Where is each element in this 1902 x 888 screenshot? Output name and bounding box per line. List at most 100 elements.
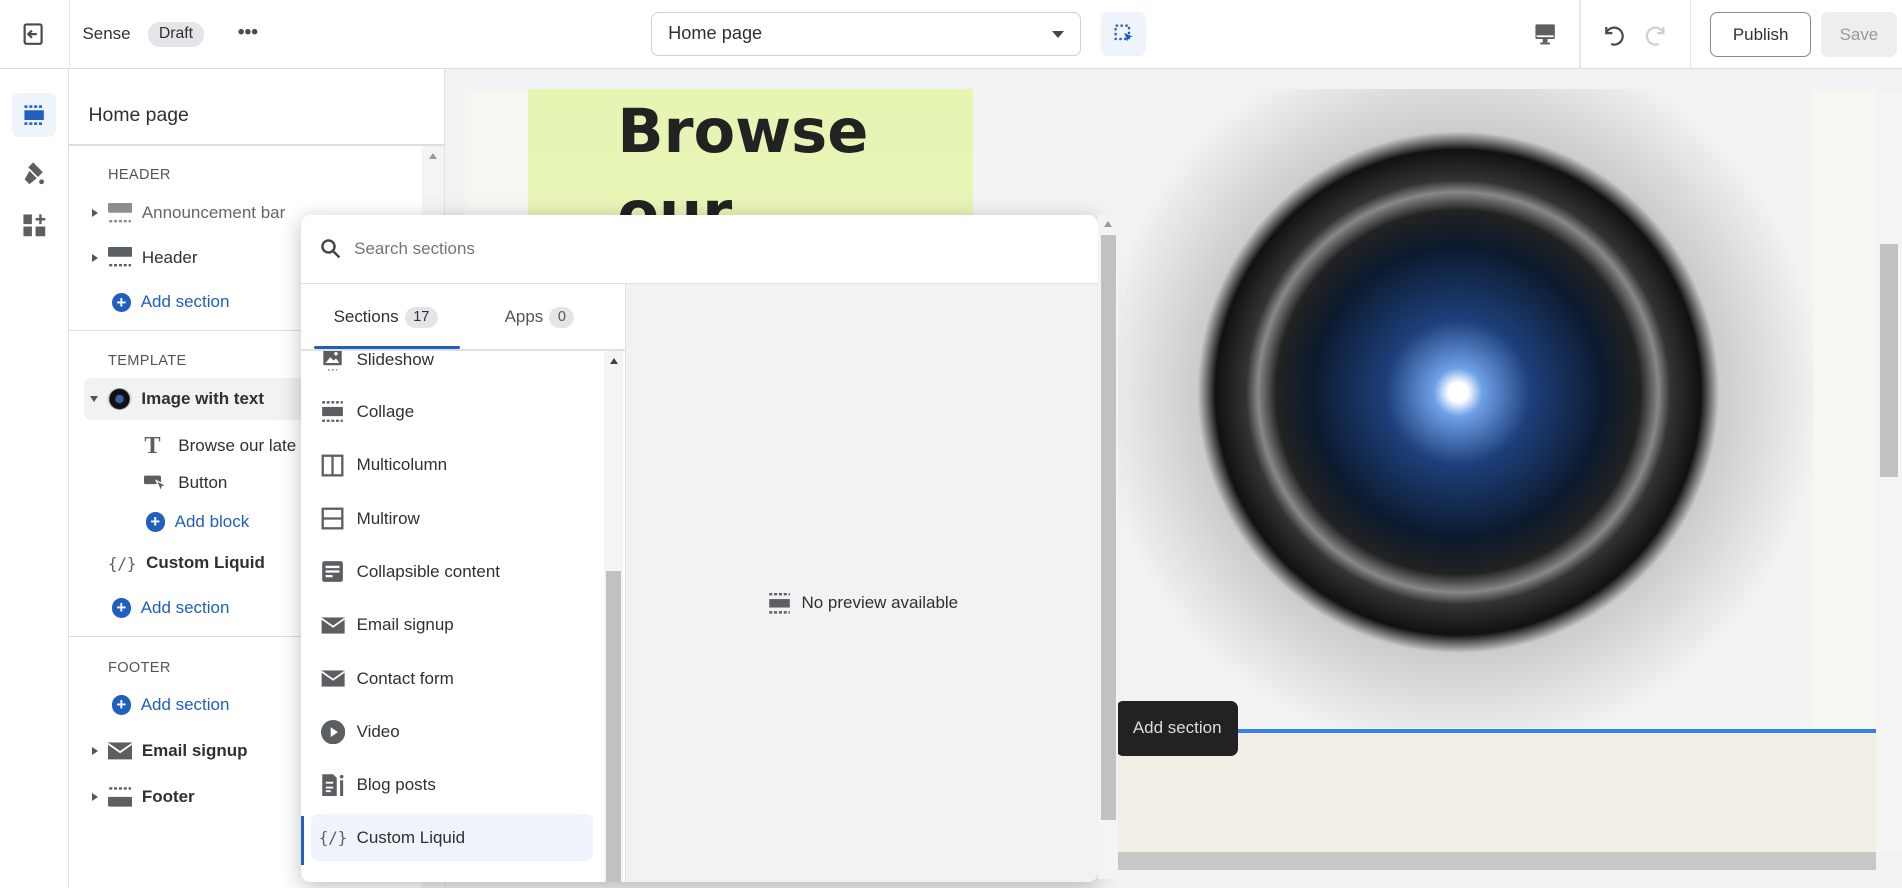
tree-item-footer[interactable]: Footer: [92, 786, 195, 808]
tree-item-label: Announcement bar: [141, 203, 286, 223]
section-option-label: Collage: [356, 401, 415, 421]
page-select[interactable]: Home page: [651, 12, 1081, 56]
section-option-label: Email signup: [356, 615, 454, 635]
add-block-button[interactable]: + Add block: [145, 511, 250, 532]
section-option-label: Custom Liquid: [356, 827, 466, 847]
section-option-label: Multicolumn: [356, 455, 448, 475]
expand-icon: [92, 746, 99, 755]
section-option-collapsible-content[interactable]: Collapsible content: [311, 548, 594, 595]
search-sections[interactable]: [300, 215, 1098, 284]
plus-circle-icon: +: [111, 292, 131, 313]
redo-icon: [1645, 26, 1665, 46]
multirow-icon: [320, 506, 345, 531]
desktop-view-button[interactable]: [1533, 22, 1557, 52]
section-option-label: Slideshow: [356, 350, 434, 369]
email-signup-icon: [320, 613, 345, 638]
tree-item-label: Image with text: [141, 389, 264, 409]
button-icon: [144, 475, 168, 494]
add-section-template-button[interactable]: + Add section: [111, 598, 230, 618]
collapsible-content-icon: [320, 559, 345, 584]
add-section-label: Add section: [140, 598, 230, 617]
tree-block-text[interactable]: T Browse our late: [144, 432, 296, 460]
redo-button[interactable]: [1644, 21, 1671, 54]
expand-icon: [92, 209, 99, 218]
announcement-bar-icon: [107, 202, 133, 222]
canvas-horizontal-scrollbar[interactable]: [1115, 851, 1877, 870]
sidebar-title: Home page: [88, 104, 189, 127]
plus-circle-icon: +: [111, 598, 131, 618]
header-group-label: HEADER: [107, 167, 171, 184]
plus-circle-icon: +: [145, 512, 165, 532]
tab-count-badge: 0: [549, 306, 575, 328]
search-icon: [321, 239, 341, 259]
tab-apps[interactable]: Apps 0: [504, 306, 575, 328]
custom-liquid-icon: {/}: [318, 828, 348, 848]
tree-item-announcement-bar[interactable]: Announcement bar: [92, 202, 286, 225]
page-select-value: Home page: [668, 23, 763, 44]
blog-posts-icon: [320, 773, 345, 798]
sections-nav-button[interactable]: [12, 93, 56, 138]
tree-block-button[interactable]: Button: [144, 472, 227, 494]
search-input[interactable]: [354, 238, 961, 259]
collage-icon: [320, 399, 345, 424]
selected-indicator: [300, 816, 305, 865]
tab-sections[interactable]: Sections 17: [334, 306, 438, 328]
add-section-tooltip[interactable]: Add section: [1115, 701, 1239, 756]
add-section-label: Add section: [140, 292, 230, 312]
undo-button[interactable]: [1599, 21, 1626, 54]
section-option-label: Contact form: [356, 668, 454, 688]
caret-down-icon: [1052, 31, 1064, 39]
inspector-icon: [1114, 24, 1133, 42]
tree-item-label: Button: [178, 472, 228, 492]
add-section-popover: Sections17 Apps0 Slideshow Collage Multico…: [300, 214, 1098, 882]
footer-group-label: FOOTER: [107, 659, 171, 676]
popover-scrollbar[interactable]: [1097, 214, 1119, 880]
tree-item-label: Footer: [141, 786, 195, 806]
contact-form-icon: [320, 666, 345, 691]
section-option-contact-form[interactable]: Contact form: [311, 655, 594, 702]
more-actions-button[interactable]: •••: [238, 21, 258, 44]
section-option-label: Multirow: [356, 508, 420, 528]
section-list: Slideshow Collage Multicolumn Multirow Colla…: [300, 350, 625, 882]
code-icon: {/}: [107, 553, 137, 573]
inspector-button[interactable]: [1101, 12, 1147, 56]
tree-item-image-with-text[interactable]: Image with text: [89, 388, 264, 410]
section-option-video[interactable]: Video: [311, 708, 594, 755]
multicolumn-icon: [320, 452, 345, 477]
section-option-multirow[interactable]: Multirow: [311, 495, 594, 542]
tree-item-label: Header: [141, 248, 198, 268]
template-group-label: TEMPLATE: [107, 352, 187, 369]
section-option-custom-liquid[interactable]: {/} Custom Liquid: [310, 813, 594, 862]
tree-item-email-signup[interactable]: Email signup: [92, 740, 247, 762]
tree-item-label: Custom Liquid: [146, 553, 265, 573]
undo-icon: [1604, 26, 1624, 46]
section-option-slideshow[interactable]: Slideshow: [311, 350, 594, 384]
exit-button[interactable]: [21, 22, 45, 46]
publish-button[interactable]: Publish: [1710, 12, 1811, 57]
sections-icon: [24, 105, 44, 125]
add-section-footer-button[interactable]: + Add section: [111, 695, 230, 715]
tree-item-header[interactable]: Header: [92, 247, 198, 269]
section-option-label: Blog posts: [356, 775, 436, 795]
exit-icon: [23, 23, 43, 45]
status-badge: Draft: [147, 21, 204, 48]
apps-add-icon: [23, 214, 45, 237]
slideshow-icon: [320, 350, 345, 373]
add-section-header-button[interactable]: + Add section: [111, 292, 230, 313]
save-button[interactable]: Save: [1820, 12, 1898, 57]
tab-label: Apps: [504, 307, 544, 327]
list-scrollbar[interactable]: [604, 350, 624, 882]
paintbrush-icon: [24, 162, 44, 185]
section-option-blog-posts[interactable]: Blog posts: [311, 762, 594, 809]
canvas-vertical-scrollbar[interactable]: [1876, 88, 1902, 853]
section-option-multicolumn[interactable]: Multicolumn: [311, 442, 594, 489]
add-block-label: Add block: [174, 511, 250, 531]
section-option-collage[interactable]: Collage: [311, 388, 594, 435]
text-icon: T: [144, 431, 161, 459]
add-section-label: Add section: [140, 695, 230, 715]
theme-settings-button[interactable]: [21, 160, 48, 193]
desktop-icon: [1535, 24, 1556, 45]
app-embeds-button[interactable]: [21, 212, 48, 245]
section-option-email-signup[interactable]: Email signup: [311, 602, 594, 649]
tree-item-custom-liquid[interactable]: {/} Custom Liquid: [108, 553, 265, 573]
